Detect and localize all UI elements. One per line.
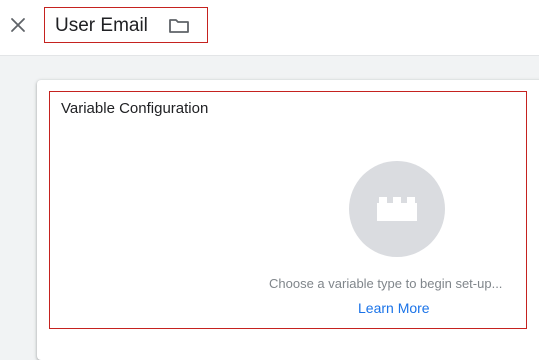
lego-block-icon — [377, 197, 417, 221]
title-container: User Email — [44, 7, 208, 43]
top-bar: User Email — [0, 0, 539, 56]
folder-icon — [169, 19, 189, 33]
section-title: Variable Configuration — [61, 100, 209, 117]
variable-configuration-section[interactable]: Variable Configuration Choose a variable… — [49, 91, 527, 329]
page-title[interactable]: User Email — [55, 14, 148, 38]
learn-more-link[interactable]: Learn More — [358, 299, 430, 317]
close-button[interactable] — [6, 13, 30, 37]
hint-text: Choose a variable type to begin set-up..… — [269, 276, 503, 291]
close-icon — [11, 18, 25, 32]
variable-type-placeholder[interactable] — [349, 161, 445, 257]
folder-button[interactable] — [167, 14, 191, 38]
